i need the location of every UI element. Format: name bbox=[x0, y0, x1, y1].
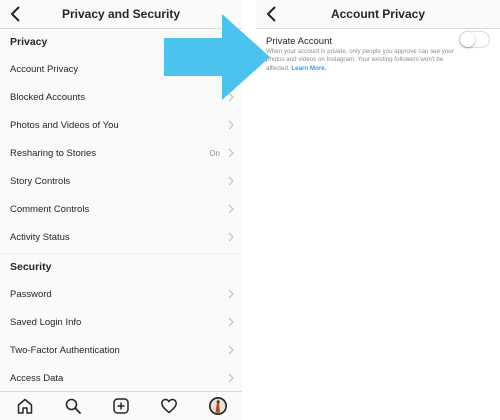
page-title: Account Privacy bbox=[330, 7, 426, 21]
menu-item-password[interactable]: Password bbox=[0, 280, 242, 308]
private-account-description: When your account is private, only peopl… bbox=[266, 48, 454, 73]
chevron-right-icon bbox=[228, 373, 234, 383]
menu-item-label: Account Privacy bbox=[10, 64, 79, 75]
menu-item-label: Blocked Accounts bbox=[10, 92, 85, 103]
chevron-right-icon bbox=[228, 176, 234, 186]
bottom-tab-bar bbox=[0, 391, 242, 420]
menu-item-saved-login-info[interactable]: Saved Login Info bbox=[0, 308, 242, 336]
section-header-security: Security bbox=[10, 261, 52, 273]
home-icon[interactable] bbox=[16, 397, 34, 415]
private-account-toggle[interactable] bbox=[459, 31, 490, 48]
menu-item-comment-controls[interactable]: Comment Controls bbox=[0, 195, 242, 223]
menu-item-label: Password bbox=[10, 289, 52, 300]
menu-item-label: Saved Login Info bbox=[10, 317, 82, 328]
menu-item-label: Story Controls bbox=[10, 176, 71, 187]
search-icon[interactable] bbox=[64, 397, 82, 415]
add-post-icon[interactable] bbox=[112, 397, 130, 415]
chevron-right-icon bbox=[228, 204, 234, 214]
menu-item-label: Comment Controls bbox=[10, 204, 90, 215]
section-header-privacy: Privacy bbox=[10, 36, 48, 48]
right-nav-bar: Account Privacy bbox=[256, 0, 500, 29]
heart-icon[interactable] bbox=[160, 397, 178, 415]
menu-item-story-controls[interactable]: Story Controls bbox=[0, 167, 242, 195]
private-account-label: Private Account bbox=[266, 36, 333, 47]
menu-item-two-factor-authentication[interactable]: Two-Factor Authentication bbox=[0, 336, 242, 364]
menu-item-activity-status[interactable]: Activity Status bbox=[0, 223, 242, 251]
chevron-right-icon bbox=[228, 289, 234, 299]
menu-item-photos-videos-of-you[interactable]: Photos and Videos of You bbox=[0, 111, 242, 139]
menu-item-label: Activity Status bbox=[10, 232, 70, 243]
chevron-right-icon bbox=[228, 148, 234, 158]
menu-item-label: Resharing to Stories bbox=[10, 148, 97, 159]
menu-item-label: Access Data bbox=[10, 373, 64, 384]
menu-item-resharing-to-stories[interactable]: Resharing to Stories On bbox=[0, 139, 242, 167]
learn-more-link[interactable]: Learn More. bbox=[291, 65, 326, 72]
menu-item-value: On bbox=[209, 149, 220, 158]
chevron-right-icon bbox=[228, 317, 234, 327]
chevron-right-icon bbox=[228, 232, 234, 242]
profile-avatar[interactable] bbox=[208, 396, 228, 416]
menu-item-label: Two-Factor Authentication bbox=[10, 345, 120, 356]
menu-item-label: Photos and Videos of You bbox=[10, 120, 119, 131]
chevron-right-icon bbox=[228, 345, 234, 355]
toggle-knob bbox=[460, 32, 475, 47]
section-divider bbox=[0, 253, 242, 254]
account-privacy-screen: Account Privacy Private Account When you… bbox=[256, 0, 500, 420]
menu-item-access-data[interactable]: Access Data bbox=[0, 364, 242, 392]
chevron-right-icon bbox=[228, 120, 234, 130]
arrow-right-icon bbox=[164, 14, 270, 100]
